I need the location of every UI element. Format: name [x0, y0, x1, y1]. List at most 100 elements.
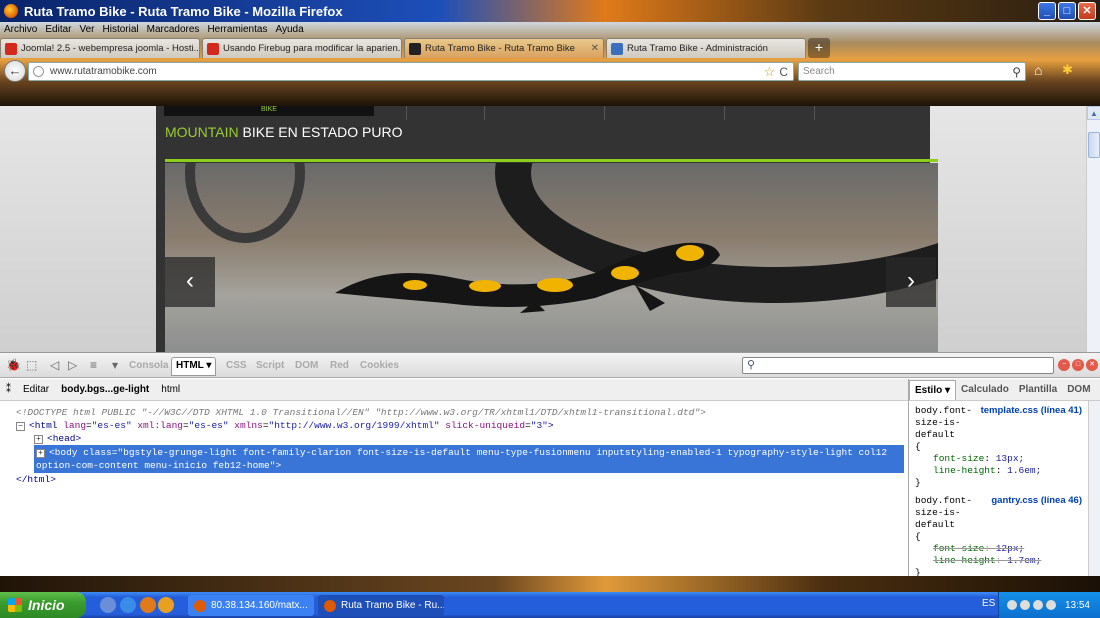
expand-twisty-icon[interactable]: +: [36, 449, 45, 458]
firebug-search-input[interactable]: ⚲: [742, 357, 1054, 374]
css-property-overridden[interactable]: line-height: 1.7em;: [915, 555, 1100, 567]
firefox-icon: [194, 599, 206, 612]
start-label: Inicio: [28, 597, 65, 613]
search-icon: ⚲: [747, 359, 756, 371]
rule-source-link[interactable]: gantry.css (línea 46): [991, 495, 1082, 507]
close-button[interactable]: ✕: [1078, 2, 1096, 20]
scroll-up-icon[interactable]: ▲: [1087, 106, 1100, 120]
expand-twisty-icon[interactable]: +: [34, 435, 43, 444]
slideshow-prev-button[interactable]: ‹: [165, 257, 215, 307]
window-controls: _ □ ✕: [1038, 2, 1096, 20]
quicklaunch-firefox2-icon[interactable]: [158, 597, 174, 613]
start-button[interactable]: Inicio: [0, 592, 86, 618]
browser-tab[interactable]: Ruta Tramo Bike - Administración: [606, 38, 806, 58]
menu-ver[interactable]: Ver: [79, 24, 94, 35]
tab-calculado[interactable]: Calculado: [956, 384, 1014, 395]
menu-dropdown-icon[interactable]: ▾: [112, 358, 118, 372]
head-node[interactable]: + <head>: [16, 432, 908, 445]
window-title: Ruta Tramo Bike - Ruta Tramo Bike - Mozi…: [24, 3, 343, 19]
windows-logo-icon: [8, 598, 22, 612]
rule-source-link[interactable]: template.css (línea 41): [981, 405, 1082, 417]
tray-icon[interactable]: [1020, 600, 1030, 610]
tab-red[interactable]: Red: [330, 360, 349, 371]
maximize-button[interactable]: □: [1058, 2, 1076, 20]
tray-icon[interactable]: [1046, 600, 1056, 610]
search-placeholder: Search: [803, 66, 835, 77]
menu-archivo[interactable]: Archivo: [4, 24, 37, 35]
edit-button[interactable]: Editar: [17, 384, 55, 395]
tab-cookies[interactable]: Cookies: [360, 360, 399, 371]
firebug-detach-icon[interactable]: □: [1072, 359, 1084, 371]
side-tabs: Estilo ▾ Calculado Plantilla DOM: [909, 379, 1100, 401]
firebug-minimize-icon[interactable]: −: [1058, 359, 1070, 371]
menu-editar[interactable]: Editar: [45, 24, 71, 35]
tagline-highlight: MOUNTAIN: [165, 124, 239, 140]
firebug-window-controls: − □ ✕: [1058, 359, 1098, 371]
home-icon[interactable]: ⌂: [1034, 62, 1042, 78]
salamander-shape: [335, 242, 720, 313]
addon-icon[interactable]: ✱: [1062, 62, 1073, 78]
url-bar[interactable]: www.rutatramobike.com ☆ C: [28, 62, 794, 81]
search-icon[interactable]: ⚲: [1012, 65, 1021, 79]
slideshow-next-button[interactable]: ›: [886, 257, 936, 307]
tab-plantilla[interactable]: Plantilla: [1014, 384, 1062, 395]
tray-icon[interactable]: [1007, 600, 1017, 610]
quicklaunch-ie-icon[interactable]: [120, 597, 136, 613]
collapse-twisty-icon[interactable]: −: [16, 422, 25, 431]
language-indicator[interactable]: ES: [982, 598, 995, 609]
menu-ayuda[interactable]: Ayuda: [275, 24, 303, 35]
tab-css[interactable]: CSS: [226, 360, 247, 371]
taskbar-task-active[interactable]: Ruta Tramo Bike - Ru...: [318, 595, 444, 616]
tab-side-dom[interactable]: DOM: [1062, 384, 1095, 395]
taskbar-task[interactable]: 80.38.134.160/matx...: [188, 595, 314, 616]
breadcrumb-current[interactable]: body.bgs...ge-light: [55, 384, 155, 395]
nav-back-icon[interactable]: ◁: [50, 358, 59, 372]
site-favicon-icon: [409, 42, 421, 55]
html-tree: <!DOCTYPE html PUBLIC "-//W3C//DTD XHTML…: [0, 402, 908, 577]
css-property-overridden[interactable]: font-size: 12px;: [915, 543, 1100, 555]
browser-tab[interactable]: Usando Firebug para modificar la aparien…: [202, 38, 402, 58]
menu-herramientas[interactable]: Herramientas: [207, 24, 267, 35]
quicklaunch-desktop-icon[interactable]: [100, 597, 116, 613]
menu-historial[interactable]: Historial: [103, 24, 139, 35]
menu-marcadores[interactable]: Marcadores: [147, 24, 200, 35]
site-container: BIKE MOUNTAIN BIKE EN ESTADO PURO ‹ ›: [156, 106, 938, 352]
tab-close-icon[interactable]: ✕: [591, 43, 599, 54]
tray-icon[interactable]: [1033, 600, 1043, 610]
browser-chrome: Archivo Editar Ver Historial Marcadores …: [0, 22, 1100, 106]
tab-html[interactable]: HTML ▾: [171, 357, 217, 376]
side-panel-scrollbar[interactable]: [1088, 401, 1100, 577]
html-close-node[interactable]: </html>: [16, 473, 908, 486]
back-button[interactable]: ←: [4, 60, 26, 82]
new-tab-button[interactable]: +: [808, 38, 830, 58]
html-node[interactable]: − <html lang="es-es" xml:lang="es-es" xml…: [16, 419, 908, 432]
tab-label: Ruta Tramo Bike - Administración: [627, 43, 768, 54]
css-property[interactable]: line-height: 1.6em;: [915, 465, 1100, 477]
navigation-bar: ← www.rutatramobike.com ☆ C Search ⚲ ⌂ ✱: [0, 60, 1100, 84]
breadcrumb-parent[interactable]: html: [155, 384, 186, 395]
search-input[interactable]: Search ⚲: [798, 62, 1026, 81]
inspect-icon[interactable]: ⬚: [26, 358, 37, 372]
list-icon[interactable]: ≡: [90, 358, 97, 372]
tab-estilo[interactable]: Estilo ▾: [909, 379, 957, 400]
css-property[interactable]: font-size: 13px;: [915, 453, 1100, 465]
tab-dom[interactable]: DOM: [295, 360, 318, 371]
page-scrollbar[interactable]: ▲: [1086, 106, 1100, 352]
minimize-button[interactable]: _: [1038, 2, 1056, 20]
nav-forward-icon[interactable]: ▷: [68, 358, 77, 372]
site-logo[interactable]: BIKE: [164, 106, 374, 116]
breadcrumb-toggle-icon[interactable]: ⁑: [0, 384, 17, 395]
reload-icon[interactable]: C: [779, 65, 788, 79]
firebug-close-icon[interactable]: ✕: [1086, 359, 1098, 371]
browser-tab-active[interactable]: Ruta Tramo Bike - Ruta Tramo Bike ✕: [404, 38, 604, 58]
quicklaunch-firefox-icon[interactable]: [140, 597, 156, 613]
body-node-selected[interactable]: + <body class="bgstyle-grunge-light font-…: [34, 445, 904, 473]
tab-script[interactable]: Script: [256, 360, 284, 371]
tab-consola[interactable]: Consola: [129, 360, 168, 371]
tab-label: Usando Firebug para modificar la aparien…: [223, 43, 402, 54]
scroll-thumb[interactable]: [1088, 132, 1100, 158]
bookmark-star-icon[interactable]: ☆: [764, 64, 776, 80]
browser-tab[interactable]: Joomla! 2.5 - webempresa joomla - Hosti.…: [0, 38, 200, 58]
webempresa-favicon-icon: [207, 42, 219, 55]
firebug-bug-icon[interactable]: 🐞: [6, 358, 21, 372]
